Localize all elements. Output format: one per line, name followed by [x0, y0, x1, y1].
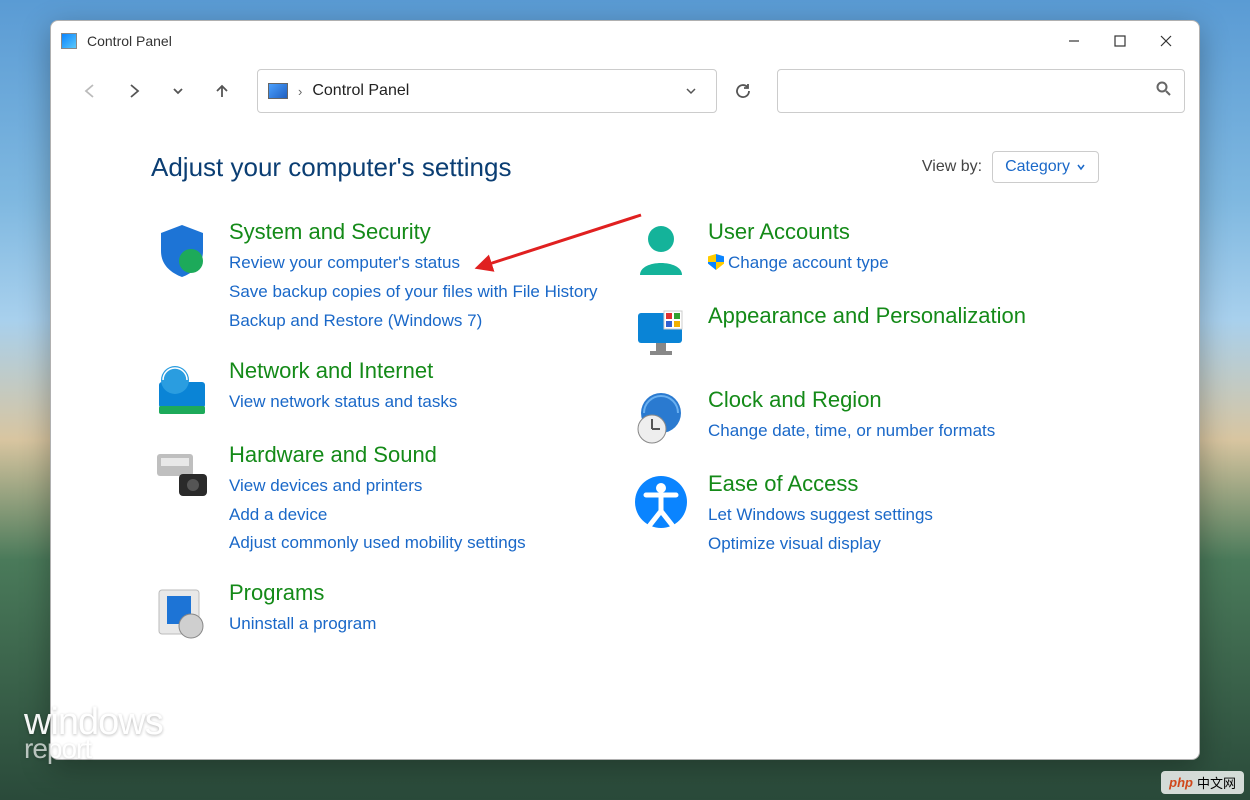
control-panel-mini-icon	[268, 83, 288, 99]
category-ease-of-access: Ease of Access Let Windows suggest setti…	[630, 471, 1099, 559]
link-review-status[interactable]: Review your computer's status	[229, 249, 598, 278]
link-change-date-time[interactable]: Change date, time, or number formats	[708, 417, 995, 446]
link-network-status[interactable]: View network status and tasks	[229, 388, 457, 417]
category-title-appearance[interactable]: Appearance and Personalization	[708, 303, 1026, 329]
content-area: Adjust your computer's settings View by:…	[51, 121, 1199, 759]
link-backup-restore[interactable]: Backup and Restore (Windows 7)	[229, 307, 598, 336]
search-input[interactable]	[790, 83, 1156, 100]
category-title-system-security[interactable]: System and Security	[229, 219, 598, 245]
category-system-security: System and Security Review your computer…	[151, 219, 620, 336]
category-columns: System and Security Review your computer…	[151, 219, 1099, 642]
window-title: Control Panel	[87, 33, 1051, 49]
category-title-network-internet[interactable]: Network and Internet	[229, 358, 457, 384]
printer-camera-icon	[151, 442, 213, 504]
page-title: Adjust your computer's settings	[151, 152, 922, 183]
maximize-button[interactable]	[1097, 25, 1143, 57]
category-programs: Programs Uninstall a program	[151, 580, 620, 642]
monitor-icon	[630, 303, 692, 365]
left-column: System and Security Review your computer…	[151, 219, 620, 642]
category-title-clock-region[interactable]: Clock and Region	[708, 387, 995, 413]
address-dropdown-button[interactable]	[676, 76, 706, 106]
link-devices-printers[interactable]: View devices and printers	[229, 472, 526, 501]
link-mobility-settings[interactable]: Adjust commonly used mobility settings	[229, 529, 526, 558]
recent-locations-button[interactable]	[159, 72, 197, 110]
control-panel-icon	[61, 33, 77, 49]
search-icon[interactable]	[1156, 81, 1172, 102]
view-by-value: Category	[1005, 158, 1070, 176]
breadcrumb[interactable]: Control Panel	[312, 82, 409, 100]
titlebar: Control Panel	[51, 21, 1199, 61]
category-title-hardware-sound[interactable]: Hardware and Sound	[229, 442, 526, 468]
category-title-user-accounts[interactable]: User Accounts	[708, 219, 889, 245]
user-icon	[630, 219, 692, 281]
up-button[interactable]	[203, 72, 241, 110]
category-network-internet: Network and Internet View network status…	[151, 358, 620, 420]
link-add-device[interactable]: Add a device	[229, 501, 526, 530]
category-title-programs[interactable]: Programs	[229, 580, 376, 606]
watermark-php-cn: php 中文网	[1161, 771, 1244, 794]
navigation-bar: › Control Panel	[51, 61, 1199, 121]
link-suggest-settings[interactable]: Let Windows suggest settings	[708, 501, 933, 530]
close-button[interactable]	[1143, 25, 1189, 57]
accessibility-icon	[630, 471, 692, 533]
link-uninstall-program[interactable]: Uninstall a program	[229, 610, 376, 639]
chevron-right-icon: ›	[298, 84, 302, 99]
link-change-account-type[interactable]: Change account type	[708, 249, 889, 278]
address-bar[interactable]: › Control Panel	[257, 69, 717, 113]
content-header: Adjust your computer's settings View by:…	[151, 151, 1099, 183]
chevron-down-icon	[1076, 162, 1086, 172]
view-by-selector[interactable]: Category	[992, 151, 1099, 183]
refresh-button[interactable]	[723, 71, 763, 111]
control-panel-window: Control Panel › Control Panel	[50, 20, 1200, 760]
minimize-button[interactable]	[1051, 25, 1097, 57]
link-file-history[interactable]: Save backup copies of your files with Fi…	[229, 278, 598, 307]
shield-icon	[151, 219, 213, 281]
globe-network-icon	[151, 358, 213, 420]
watermark-windows-report: windows report	[24, 707, 163, 760]
category-clock-region: Clock and Region Change date, time, or n…	[630, 387, 1099, 449]
category-user-accounts: User Accounts Change account type	[630, 219, 1099, 281]
clock-globe-icon	[630, 387, 692, 449]
category-hardware-sound: Hardware and Sound View devices and prin…	[151, 442, 620, 559]
category-appearance-personalization: Appearance and Personalization	[630, 303, 1099, 365]
programs-icon	[151, 580, 213, 642]
uac-shield-icon	[708, 254, 724, 270]
search-bar[interactable]	[777, 69, 1185, 113]
category-title-ease-of-access[interactable]: Ease of Access	[708, 471, 933, 497]
view-by-label: View by:	[922, 158, 982, 176]
link-optimize-display[interactable]: Optimize visual display	[708, 530, 933, 559]
forward-button[interactable]	[115, 72, 153, 110]
back-button[interactable]	[71, 72, 109, 110]
right-column: User Accounts Change account type Appear…	[630, 219, 1099, 642]
